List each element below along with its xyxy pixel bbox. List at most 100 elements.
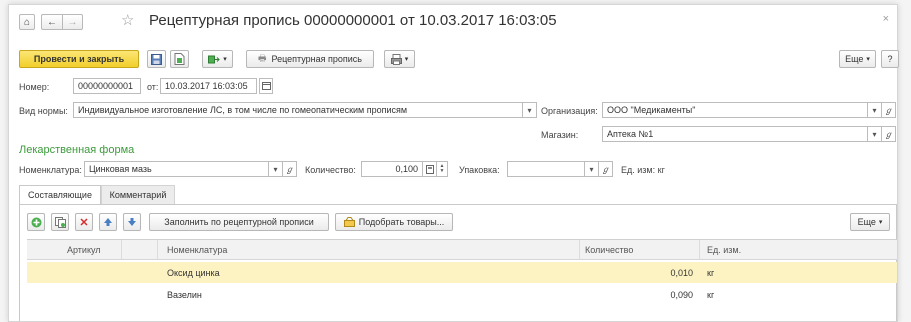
organization-label: Организация: [541,106,598,116]
arrow-down-icon [128,218,136,226]
create-based-on-button[interactable]: ▾ [202,50,233,68]
date-field[interactable]: 10.03.2017 16:03:05 [160,78,257,94]
section-title-dosage-form: Лекарственная форма [19,144,135,156]
delete-row-button[interactable]: ✕ [75,213,93,231]
store-field[interactable]: Аптека №1 [602,126,868,142]
norm-type-dropdown-button[interactable]: ▾ [523,102,537,118]
unit-value: кг [657,165,665,175]
link-icon: ℊ [884,129,893,139]
column-header-quantity[interactable]: Количество [585,240,633,259]
stepper-down-icon: ▼ [439,168,445,174]
column-divider [121,240,122,259]
copy-row-button[interactable] [51,213,69,231]
more-label: Еще [845,54,864,64]
nomenclature-open-button[interactable]: ℊ [283,161,297,177]
unit-label: Ед. изм: кг [621,165,665,175]
nomenclature-dropdown-button[interactable]: ▾ [269,161,283,177]
fill-by-recipe-button[interactable]: Заполнить по рецептурной прописи [149,213,329,231]
pick-goods-button[interactable]: Подобрать товары... [335,213,453,231]
cell-nomenclature: Оксид цинка [167,267,220,278]
move-up-button[interactable] [99,213,117,231]
calculator-button[interactable] [423,161,437,177]
pick-goods-icon [343,217,355,227]
organization-dropdown-button[interactable]: ▾ [868,102,882,118]
green-arrows-icon [208,55,220,63]
post-and-close-button[interactable]: Провести и закрыть [19,50,139,68]
back-arrow-icon: ← [47,16,57,28]
nomenclature-field[interactable]: Цинковая мазь [84,161,269,177]
tab-components[interactable]: Составляющие [19,185,101,205]
calculator-icon [425,164,434,174]
dropdown-arrow-icon: ▾ [866,56,870,63]
more-menu-button[interactable]: Еще ▾ [839,50,876,68]
recipe-print-button[interactable]: 🖶 Рецептурная пропись [246,50,374,68]
print-menu-button[interactable]: ▾ [384,50,415,68]
quantity-field[interactable]: 0,100 [361,161,423,177]
favorite-star-icon[interactable]: ☆ [121,11,134,29]
calendar-button[interactable] [259,78,273,94]
link-icon: ℊ [884,105,893,115]
forward-button[interactable]: → [62,14,83,30]
add-icon [31,217,41,227]
cell-nomenclature: Вазелин [167,289,202,300]
quantity-label: Количество: [305,165,356,175]
column-header-unit[interactable]: Ед. изм. [707,240,741,259]
grid-more-label: Еще [857,217,876,227]
link-icon: ℊ [601,164,610,174]
dropdown-arrow-icon: ▾ [223,56,227,63]
cell-quantity: 0,010 [670,267,693,278]
package-label: Упаковка: [459,165,500,175]
recipe-print-label: Рецептурная пропись [271,54,363,64]
home-button[interactable]: ⌂ [19,14,35,30]
column-divider [157,240,158,259]
package-dropdown-button[interactable]: ▾ [585,161,599,177]
dropdown-arrow-icon: ▾ [404,56,409,63]
dropdown-arrow-icon: ▾ [527,105,532,115]
package-open-button[interactable]: ℊ [599,161,613,177]
title-bar: ⌂ ← → ☆ Рецептурная пропись 00000000001 … [9,5,897,37]
number-field[interactable]: 00000000001 [73,78,141,94]
quantity-stepper[interactable]: ▲ ▼ [437,161,448,177]
grid-more-menu-button[interactable]: Еще ▾ [850,213,890,231]
print-preview-button[interactable] [170,50,189,68]
column-header-nomenclature[interactable]: Номенклатура [167,240,227,259]
window-title: Рецептурная пропись 00000000001 от 10.03… [149,12,557,29]
column-divider [579,240,580,259]
cell-unit: кг [707,289,715,300]
package-field[interactable] [507,161,585,177]
organization-field[interactable]: ООО "Медикаменты" [602,102,868,118]
add-row-button[interactable] [27,213,45,231]
store-dropdown-button[interactable]: ▾ [868,126,882,142]
table-row[interactable]: Оксид цинка 0,010 кг [27,262,897,283]
dropdown-arrow-icon: ▾ [872,129,877,139]
document-green-icon [174,53,185,65]
store-open-button[interactable]: ℊ [882,126,896,142]
delete-icon: ✕ [79,216,89,229]
save-icon [151,53,162,65]
column-header-article[interactable]: Артикул [67,240,101,259]
move-down-button[interactable] [123,213,141,231]
save-button[interactable] [147,50,166,68]
table-row[interactable]: Вазелин 0,090 кг [27,284,897,305]
column-divider [699,240,700,259]
help-button[interactable]: ? [881,50,899,68]
norm-type-field[interactable]: Индивидуальное изготовление ЛС, в том чи… [73,102,523,118]
number-label: Номер: [19,82,50,92]
printer-icon: 🖶 [258,53,267,63]
tab-comment[interactable]: Комментарий [101,185,175,205]
copy-icon [54,216,66,228]
date-label: от: [147,82,159,92]
organization-open-button[interactable]: ℊ [882,102,896,118]
cell-unit: кг [707,267,715,278]
document-window: ⌂ ← → ☆ Рецептурная пропись 00000000001 … [8,4,899,322]
cell-quantity: 0,090 [670,289,693,300]
close-icon[interactable]: × [883,13,889,25]
nomenclature-label: Номенклатура: [19,165,82,175]
calendar-icon [261,82,271,90]
back-button[interactable]: ← [41,14,62,30]
norm-type-label: Вид нормы: [19,106,68,116]
link-icon: ℊ [285,164,294,174]
table-header: Артикул Номенклатура Количество Ед. изм. [27,240,897,260]
store-label: Магазин: [541,130,579,140]
dropdown-arrow-icon: ▾ [872,105,877,115]
